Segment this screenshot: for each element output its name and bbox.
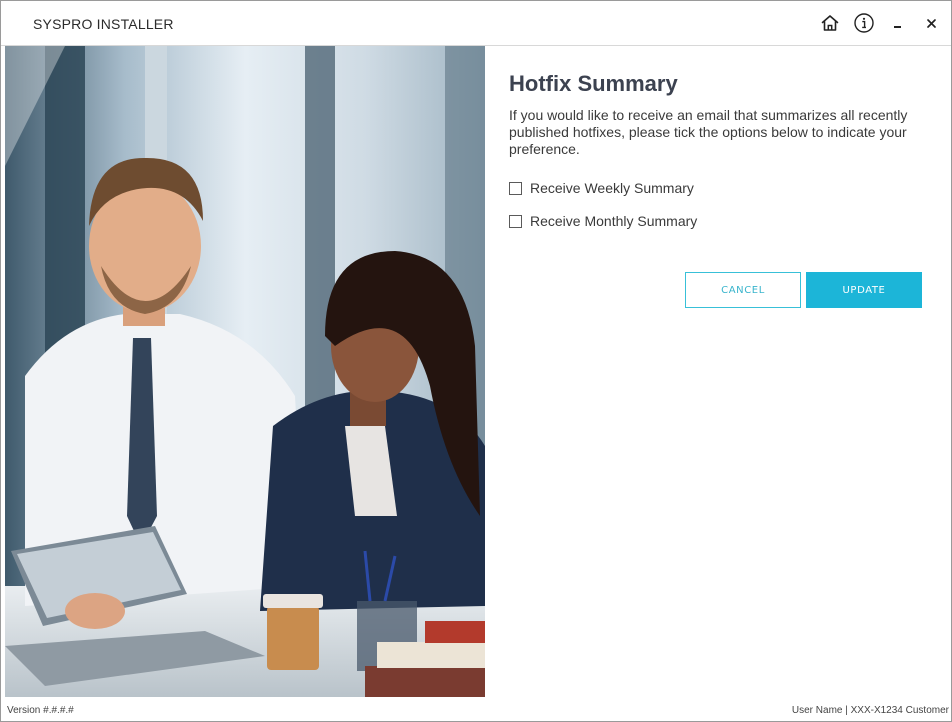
version-label: Version #.#.#.#	[7, 705, 74, 716]
update-button[interactable]: UPDATE	[806, 272, 922, 308]
info-icon[interactable]	[851, 10, 877, 36]
app-title: SYSPRO INSTALLER	[33, 16, 174, 32]
monthly-summary-checkbox[interactable]	[509, 214, 522, 228]
title-bar-controls	[809, 10, 945, 36]
cancel-button[interactable]: CANCEL	[685, 272, 801, 308]
minimize-icon[interactable]	[885, 10, 911, 36]
description-text: If you would like to receive an email th…	[509, 107, 908, 157]
weekly-summary-checkbox[interactable]	[509, 181, 522, 195]
action-buttons: CANCEL UPDATE	[685, 272, 922, 308]
monthly-summary-label: Receive Monthly Summary	[530, 213, 698, 229]
weekly-summary-option[interactable]: Receive Weekly Summary	[509, 178, 929, 198]
close-icon[interactable]	[919, 10, 945, 36]
installer-window: SYSPRO INSTALLER Hotfix Summary If you w…	[0, 0, 952, 722]
weekly-summary-label: Receive Weekly Summary	[530, 180, 694, 196]
hero-photo	[5, 46, 485, 697]
home-icon[interactable]	[817, 10, 843, 36]
monthly-summary-option[interactable]: Receive Monthly Summary	[509, 211, 929, 231]
user-info-label: User Name | XXX-X1234 Customer	[791, 705, 949, 716]
hotfix-summary-panel: Hotfix Summary If you would like to rece…	[509, 71, 929, 308]
page-title: Hotfix Summary	[509, 71, 678, 96]
title-bar: SYSPRO INSTALLER	[1, 1, 951, 46]
